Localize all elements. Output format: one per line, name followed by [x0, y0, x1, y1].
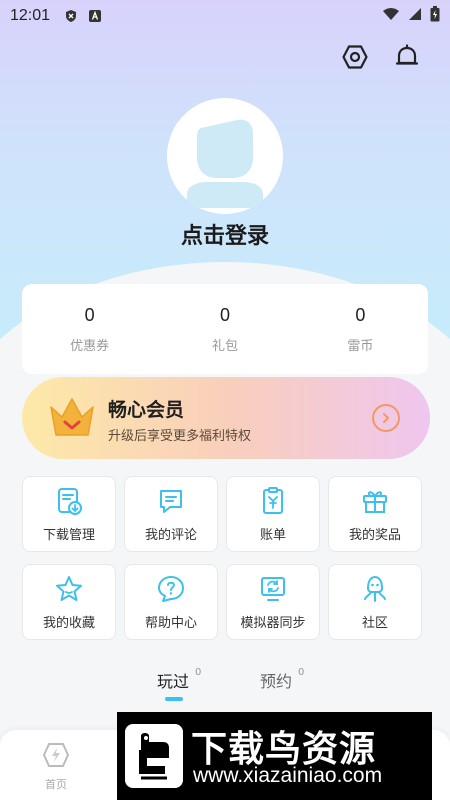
tab-label: 预约 — [260, 672, 293, 691]
stat-coupon[interactable]: 0 优惠券 — [22, 305, 157, 354]
gift-icon — [363, 490, 387, 513]
status-time: 12:01 — [10, 7, 51, 24]
bill-icon — [263, 486, 283, 514]
stat-value: 0 — [355, 304, 366, 325]
my-comments-tile[interactable]: 我的评论 — [124, 476, 218, 552]
stat-value: 0 — [219, 304, 230, 325]
vip-title: 畅心会员 — [108, 399, 185, 421]
watermark-url: www.xiazainiao.com — [193, 764, 383, 787]
nav-home-label: 首页 — [45, 778, 67, 791]
avatar[interactable] — [167, 98, 283, 214]
my-favorites-tile[interactable]: 我的收藏 — [22, 564, 116, 640]
status-bar: 12:01 — [0, 0, 450, 32]
function-grid: 下载管理 我的评论 账单 我的奖品 我的收藏 帮助中心 模拟器同步 社区 — [22, 476, 424, 640]
tab-count: 0 — [195, 666, 202, 678]
community-icon — [364, 575, 386, 602]
crown-icon — [50, 398, 94, 436]
stat-label: 优惠券 — [70, 338, 110, 354]
wifi-icon — [382, 7, 400, 25]
watermark-banner: 下载鸟资源 www.xiazainiao.com — [117, 712, 432, 800]
settings-hexagon-icon — [342, 45, 368, 69]
tile-label: 帮助中心 — [144, 615, 197, 631]
star-icon — [56, 575, 82, 601]
sync-icon — [261, 576, 285, 601]
tab-label: 玩过 — [157, 672, 190, 691]
bell-icon — [395, 44, 419, 65]
header-actions — [340, 42, 422, 72]
download-manage-icon — [58, 487, 82, 515]
comment-icon — [160, 489, 182, 513]
login-link[interactable]: 点击登录 — [0, 218, 450, 250]
notification-button[interactable] — [392, 42, 422, 72]
tile-label: 账单 — [259, 527, 286, 543]
stat-label: 礼包 — [211, 338, 238, 354]
nav-home[interactable]: 首页 — [36, 740, 76, 792]
tile-label: 下载管理 — [42, 527, 95, 543]
stat-label: 雷币 — [347, 338, 374, 354]
vip-banner[interactable]: 畅心会员 升级后享受更多福利特权 — [22, 377, 430, 459]
tile-label: 模拟器同步 — [240, 615, 306, 631]
bill-tile[interactable]: 账单 — [226, 476, 320, 552]
signal-icon — [408, 7, 422, 25]
vip-subtitle: 升级后享受更多福利特权 — [108, 429, 252, 444]
stat-coin[interactable]: 0 雷币 — [293, 305, 428, 354]
download-manage-tile[interactable]: 下载管理 — [22, 476, 116, 552]
help-icon — [158, 575, 184, 602]
chevron-right-icon — [372, 404, 400, 432]
battery-icon — [430, 6, 440, 26]
home-lightning-icon — [43, 743, 69, 767]
tile-label: 我的收藏 — [42, 615, 95, 631]
tile-label: 社区 — [361, 615, 388, 631]
tab-reserved[interactable]: 预约 0 — [260, 666, 305, 692]
default-avatar-icon — [187, 119, 263, 208]
tile-label: 我的奖品 — [348, 527, 401, 543]
tab-played[interactable]: 玩过 0 — [157, 666, 202, 692]
history-tabs: 玩过 0 预约 0 — [0, 666, 450, 708]
my-prizes-tile[interactable]: 我的奖品 — [328, 476, 422, 552]
bird-logo-icon — [125, 724, 183, 788]
tab-active-indicator — [165, 697, 183, 701]
stat-value: 0 — [84, 304, 95, 325]
stats-card: 0 优惠券 0 礼包 0 雷币 — [22, 284, 428, 374]
keyboard-a-icon — [88, 9, 102, 23]
community-tile[interactable]: 社区 — [328, 564, 422, 640]
tab-count: 0 — [298, 666, 305, 678]
stat-gift-pack[interactable]: 0 礼包 — [157, 305, 292, 354]
tile-label: 我的评论 — [144, 527, 197, 543]
help-center-tile[interactable]: 帮助中心 — [124, 564, 218, 640]
shield-x-icon — [64, 9, 78, 23]
emulator-sync-tile[interactable]: 模拟器同步 — [226, 564, 320, 640]
settings-button[interactable] — [340, 42, 370, 72]
